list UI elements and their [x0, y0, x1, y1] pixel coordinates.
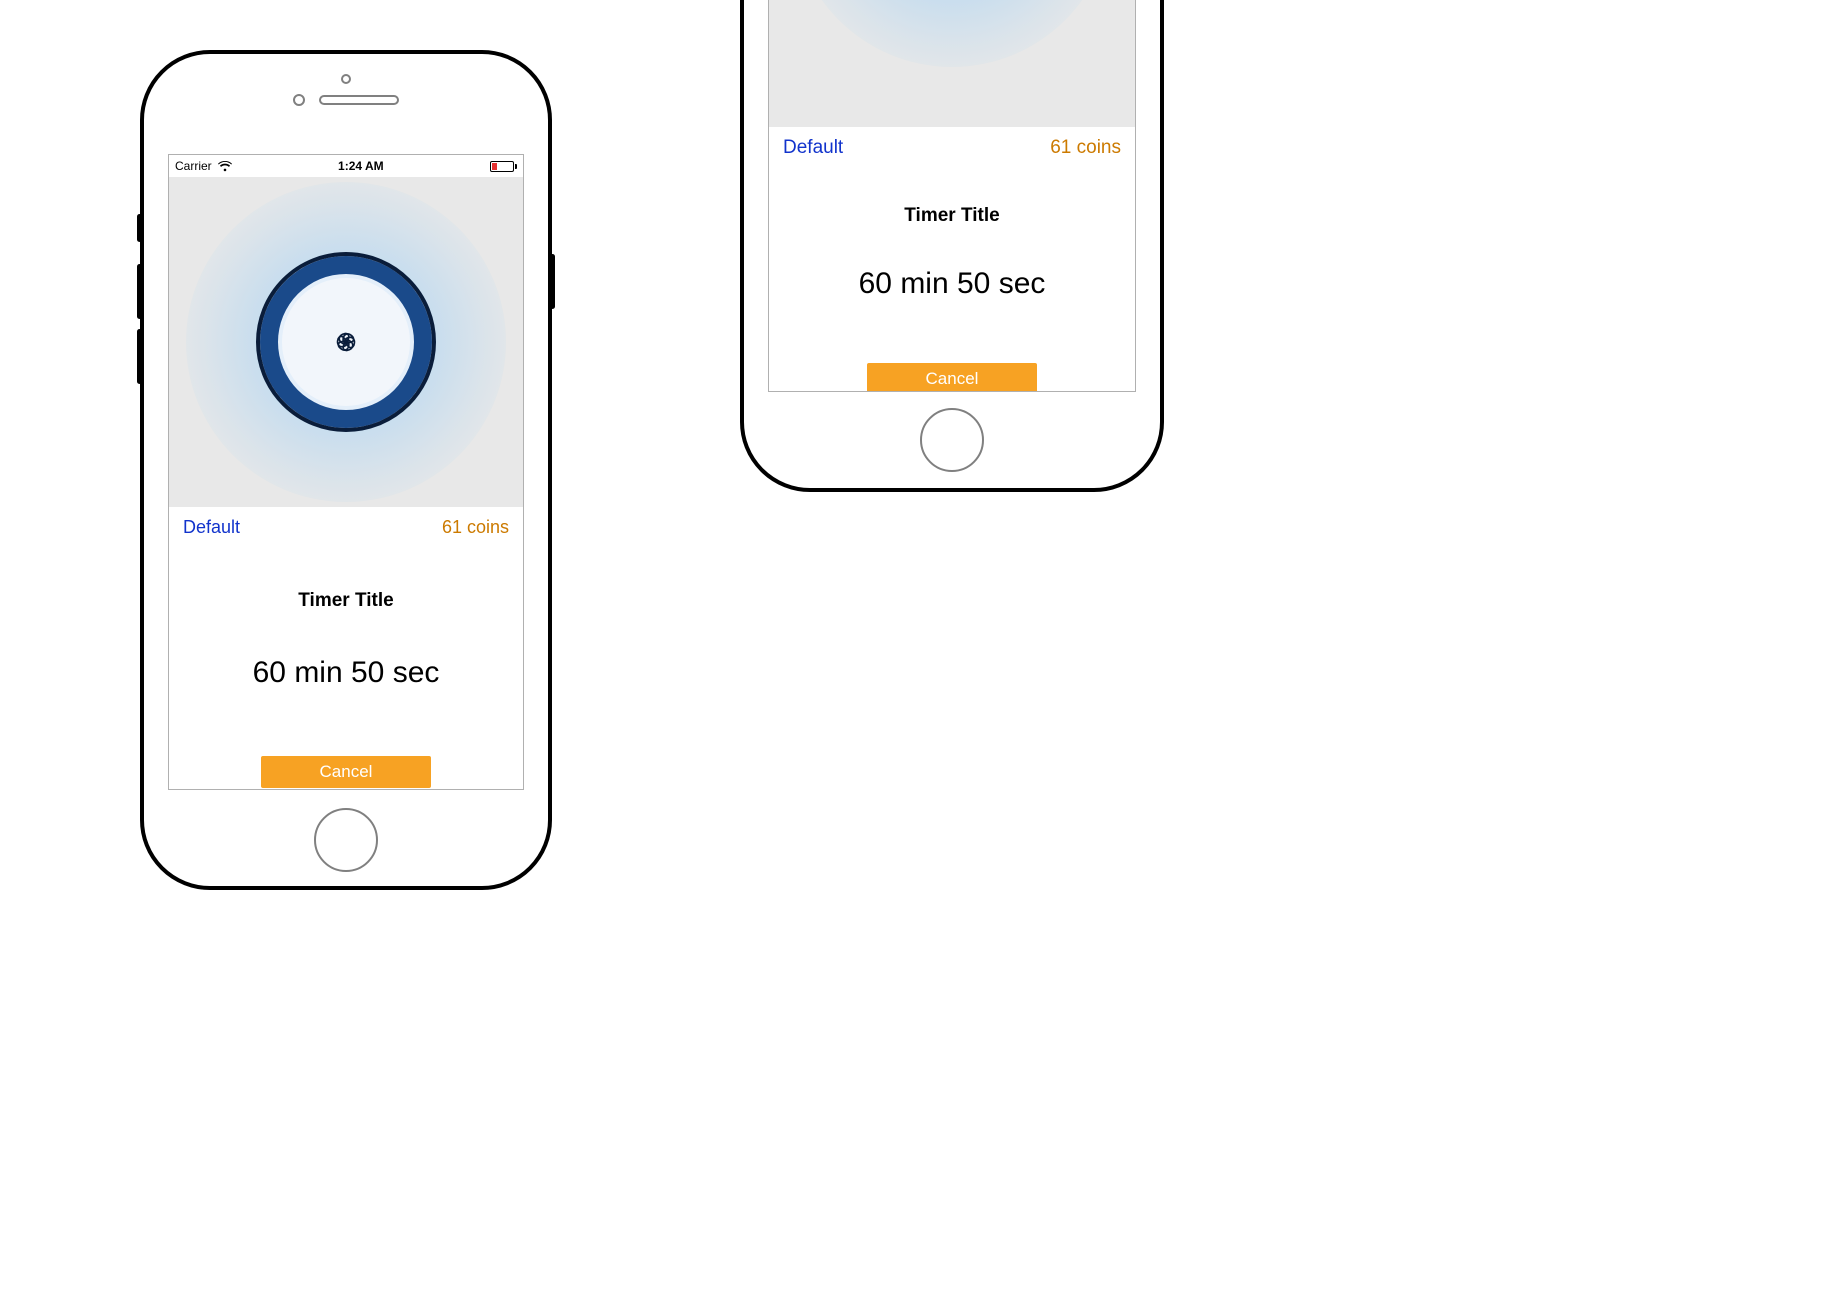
- camera-dot-icon: [341, 74, 351, 84]
- timer-value: 60 min 50 sec: [769, 267, 1135, 301]
- sounds-button[interactable]: Default: [183, 517, 240, 538]
- proximity-sensor-icon: [293, 94, 305, 106]
- hero-image: [169, 177, 523, 507]
- screen-left: Carrier 1:24 AM: [168, 154, 524, 790]
- status-left: Carrier: [175, 159, 232, 173]
- labels-row: Default 61 coins: [169, 507, 523, 538]
- battery-low-icon: [490, 161, 517, 172]
- status-bar: Carrier 1:24 AM: [169, 155, 523, 177]
- timer-title: Timer Title: [769, 205, 1135, 227]
- volume-up-button: [137, 264, 142, 319]
- screen-right: Default 61 coins Timer Title 60 min 50 s…: [768, 0, 1136, 392]
- wifi-icon: [218, 161, 232, 172]
- phone-frame-right: Default 61 coins Timer Title 60 min 50 s…: [740, 0, 1164, 492]
- earpiece-group: [144, 74, 548, 106]
- sounds-button[interactable]: Default: [783, 137, 843, 159]
- volume-down-button: [137, 329, 142, 384]
- cancel-button[interactable]: Cancel: [867, 363, 1037, 392]
- speaker-slot-icon: [319, 95, 399, 105]
- clock-label: 1:24 AM: [338, 159, 384, 173]
- hero-image: [769, 0, 1135, 127]
- ornate-coin-icon: [256, 252, 436, 432]
- timer-title: Timer Title: [169, 590, 523, 612]
- power-button: [550, 254, 555, 309]
- coins-button[interactable]: 61 coins: [1050, 137, 1121, 159]
- phone-frame-right-clip: Default 61 coins Timer Title 60 min 50 s…: [740, 0, 1164, 500]
- timer-value: 60 min 50 sec: [169, 656, 523, 690]
- mute-switch: [137, 214, 142, 242]
- cancel-button[interactable]: Cancel: [261, 756, 431, 788]
- labels-row: Default 61 coins: [769, 127, 1135, 159]
- home-button[interactable]: [920, 408, 984, 472]
- carrier-label: Carrier: [175, 159, 212, 173]
- home-button[interactable]: [314, 808, 378, 872]
- coins-button[interactable]: 61 coins: [442, 517, 509, 538]
- phone-frame-left: Carrier 1:24 AM: [140, 50, 552, 890]
